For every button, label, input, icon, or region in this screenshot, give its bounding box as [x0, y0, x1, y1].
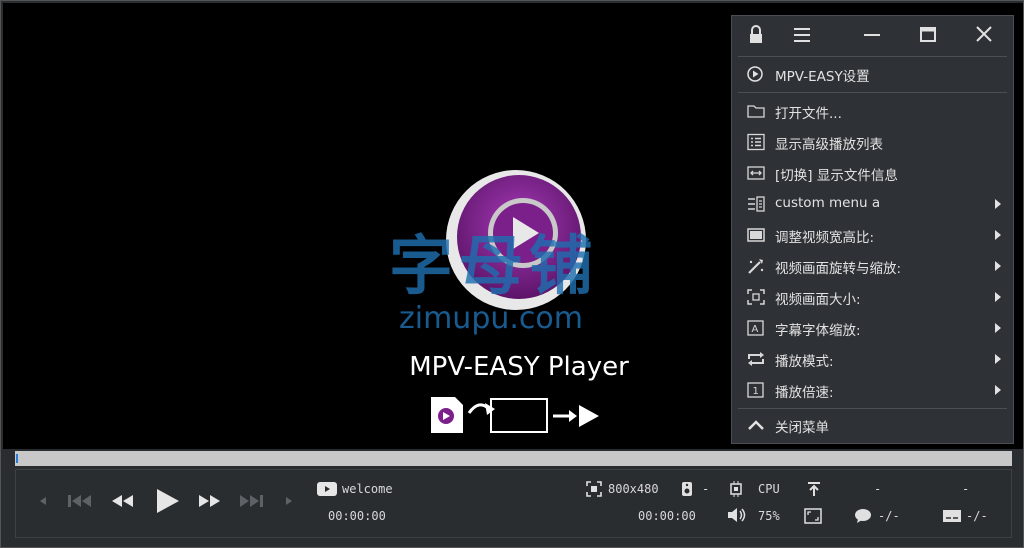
video-file-icon	[431, 397, 463, 433]
seek-handle[interactable]	[16, 454, 18, 463]
menu-separator	[738, 408, 1007, 409]
menu-item-open-file[interactable]: 打开文件...	[732, 96, 1013, 126]
lock-icon[interactable]	[742, 22, 770, 48]
volume-icon[interactable]	[727, 507, 747, 523]
seek-bar[interactable]	[15, 451, 1012, 466]
menu-item-label: 字幕字体缩放:	[775, 323, 861, 339]
audio-track-value: -	[702, 482, 710, 496]
volume-value: 75%	[758, 509, 780, 523]
menu-item-label: [切换] 显示文件信息	[775, 168, 898, 184]
menu-item-close-menu[interactable]: 关闭菜单	[732, 410, 1013, 440]
maximize-icon[interactable]	[914, 22, 942, 48]
next-chapter-icon[interactable]	[282, 494, 296, 508]
subtitle-value: -/-	[878, 509, 900, 523]
video-size-icon	[747, 289, 765, 305]
svg-text:A: A	[752, 324, 759, 335]
watermark-chinese: 字母铺	[389, 230, 599, 304]
chevron-right-icon	[995, 230, 1001, 240]
skip-next-icon[interactable]	[236, 492, 268, 510]
watermark-url: zimupu.com	[399, 301, 583, 336]
chevron-right-icon	[995, 323, 1001, 333]
drop-file-graphic	[431, 397, 599, 433]
menu-item-label: 打开文件...	[775, 106, 842, 122]
menu-item-label: 视频画面旋转与缩放:	[775, 261, 902, 277]
menu-header: MPV-EASY设置	[732, 59, 1013, 89]
aspect-ratio-icon	[747, 228, 765, 242]
repeat-icon	[748, 352, 764, 366]
speed-icon: 1	[747, 382, 764, 398]
info-toggle-icon	[747, 166, 765, 180]
folder-icon	[747, 105, 765, 118]
menu-item-label: 显示高级播放列表	[775, 137, 883, 153]
audio-track-icon[interactable]	[680, 481, 694, 497]
menu-item-custom-menu[interactable]: custom menu a	[732, 189, 1013, 219]
fast-forward-icon[interactable]	[194, 492, 224, 510]
subtitle-font-icon: A	[747, 320, 764, 336]
youtube-video-icon	[317, 482, 337, 496]
skip-previous-icon[interactable]	[64, 492, 96, 510]
cpu-chip-icon[interactable]	[728, 481, 744, 497]
menu-item-subtitle-font[interactable]: A 字幕字体缩放:	[732, 313, 1013, 343]
subtitle-track-icon[interactable]	[942, 508, 962, 524]
hwdec-label: CPU	[758, 482, 780, 496]
status-dash: -	[962, 482, 970, 496]
close-icon[interactable]	[970, 22, 998, 48]
video-area[interactable]: 字母铺 zimupu.com MPV-EASY Player MPV-EASY设…	[3, 3, 1023, 449]
fullscreen-icon[interactable]	[804, 508, 822, 524]
subtitle-bubble-icon[interactable]	[854, 508, 874, 524]
play-circle-icon	[747, 66, 763, 82]
rewind-icon[interactable]	[108, 492, 138, 510]
time-total: 00:00:00	[638, 509, 696, 523]
player-title: MPV-EASY Player	[409, 352, 629, 382]
menu-item-label: 播放模式:	[775, 354, 834, 370]
menu-item-playlist[interactable]: 显示高级播放列表	[732, 127, 1013, 157]
menu-item-speed[interactable]: 1 播放倍速:	[732, 375, 1013, 405]
subtitle-track-value: -/-	[966, 509, 988, 523]
now-playing-title: welcome	[342, 482, 393, 496]
menu-item-aspect-ratio[interactable]: 调整视频宽高比:	[732, 220, 1013, 250]
play-icon[interactable]	[152, 486, 182, 516]
menu-item-label: 调整视频宽高比:	[775, 230, 875, 246]
menu-separator	[738, 56, 1007, 57]
resolution-label: 800x480	[608, 482, 659, 496]
play-arrow-icon	[579, 405, 599, 427]
chevron-right-icon	[995, 292, 1001, 302]
chevron-up-icon	[748, 420, 764, 430]
custom-menu-icon	[748, 196, 765, 212]
list-icon	[747, 133, 765, 151]
menu-item-label: 播放倍速:	[775, 385, 834, 401]
chevron-right-icon	[995, 385, 1001, 395]
chevron-right-icon	[995, 354, 1001, 364]
prev-chapter-icon[interactable]	[36, 494, 50, 508]
menu-titlebar	[732, 16, 1013, 54]
hamburger-menu-icon[interactable]	[788, 22, 816, 48]
window-frame-icon	[490, 398, 548, 433]
menu-item-label: 视频画面大小:	[775, 292, 861, 308]
menu-item-label: 关闭菜单	[775, 420, 829, 436]
player-window: 字母铺 zimupu.com MPV-EASY Player MPV-EASY设…	[0, 0, 1024, 548]
settings-menu: MPV-EASY设置 打开文件... 显示高级播放列表 [切换] 显示文件信息 …	[731, 15, 1014, 444]
menu-item-rotate-zoom[interactable]: 视频画面旋转与缩放:	[732, 251, 1013, 281]
menu-item-label: custom menu a	[775, 195, 881, 211]
status-dash: -	[874, 482, 882, 496]
minimize-icon[interactable]	[858, 22, 886, 48]
time-elapsed: 00:00:00	[328, 509, 386, 523]
control-bar: welcome 00:00:00 800x480 00:00:00 - CPU …	[15, 469, 1012, 538]
svg-text:1: 1	[753, 386, 759, 397]
menu-item-play-mode[interactable]: 播放模式:	[732, 344, 1013, 374]
chevron-right-icon	[995, 199, 1001, 209]
rotate-zoom-icon	[748, 259, 764, 274]
chevron-right-icon	[995, 261, 1001, 271]
always-on-top-icon[interactable]	[806, 481, 822, 497]
menu-separator	[738, 92, 1007, 93]
menu-item-file-info[interactable]: [切换] 显示文件信息	[732, 158, 1013, 188]
menu-header-label: MPV-EASY设置	[775, 69, 870, 85]
resolution-icon	[586, 481, 602, 497]
menu-item-video-size[interactable]: 视频画面大小:	[732, 282, 1013, 312]
